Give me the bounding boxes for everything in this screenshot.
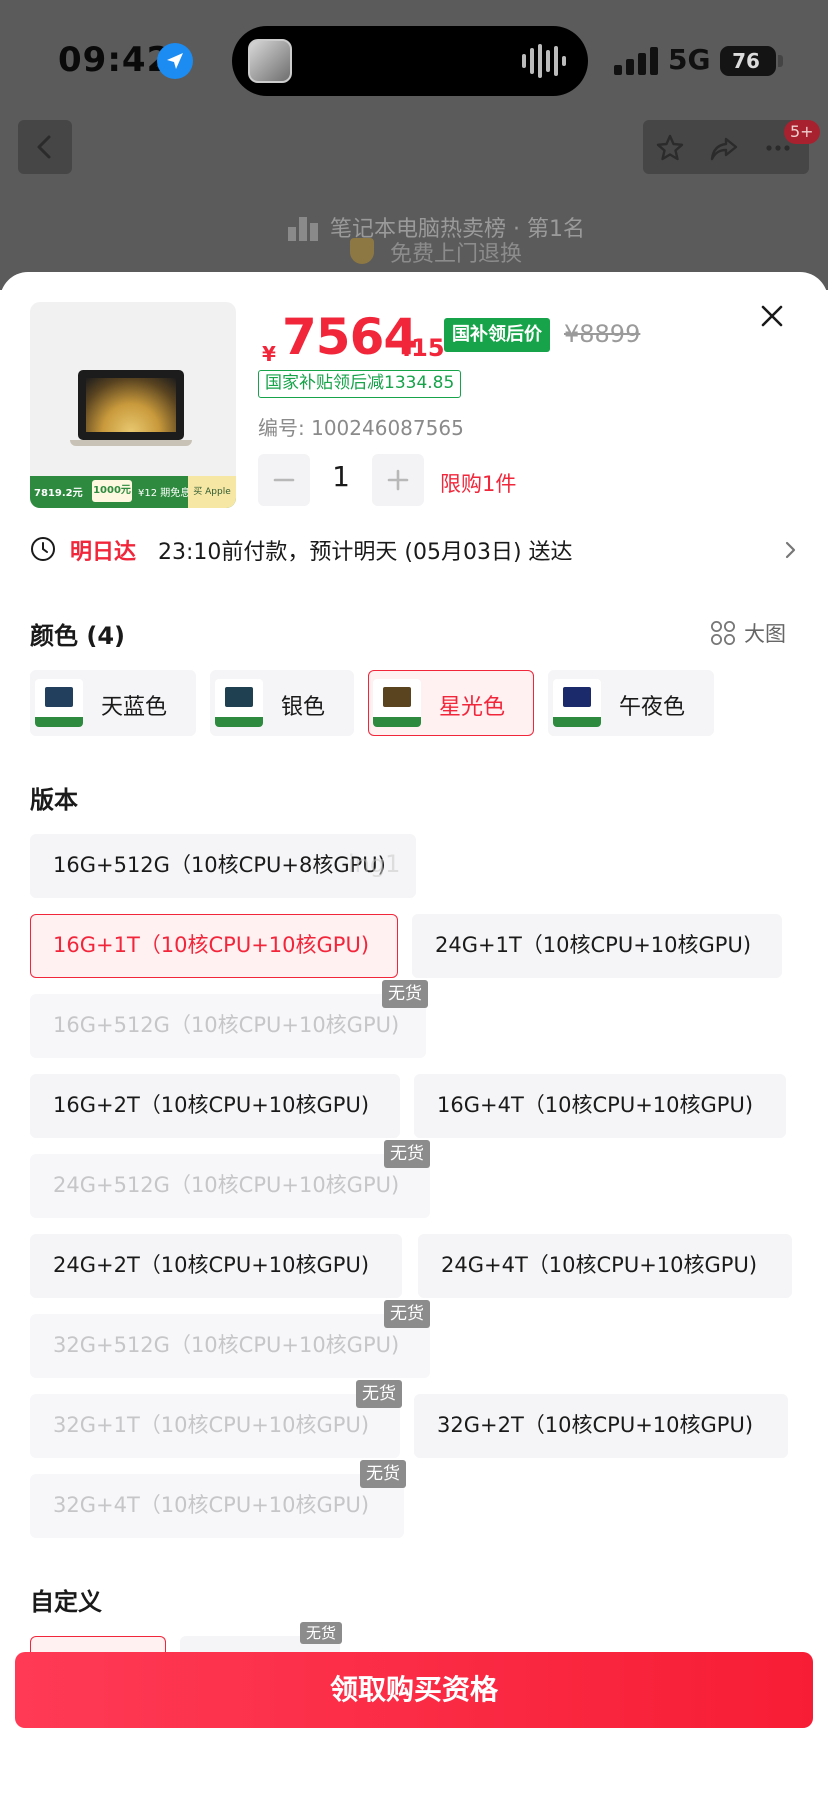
get-purchase-eligibility-button[interactable]: 领取购买资格 [15, 1652, 813, 1728]
bar-chart-icon [288, 217, 318, 241]
purchase-limit: 限购1件 [440, 472, 517, 496]
thumb-promo-coupon: 1000元 [92, 480, 132, 502]
version-section-title: 版本 [30, 786, 78, 814]
status-bar: 09:42 5G 76 [0, 0, 828, 120]
chevron-left-icon [37, 135, 51, 159]
version-option-out-of-stock[interactable]: 16G+512G（10核CPU+10核GPU) [30, 994, 426, 1058]
delivery-info-row[interactable]: 明日达 23:10前付款，预计明天 (05月03日) 送达 [30, 530, 800, 570]
message-count-badge: 5+ [784, 120, 820, 144]
custom-section-title: 自定义 [30, 1588, 102, 1616]
subsidy-price-tag: 国补领后价 [444, 318, 550, 352]
out-of-stock-badge: 无货 [360, 1460, 406, 1488]
status-time: 09:42 [58, 40, 172, 80]
out-of-stock-badge: 无货 [382, 980, 428, 1008]
color-option-label: 午夜色 [619, 695, 686, 720]
price-integer: 7564 [282, 308, 418, 366]
version-option[interactable]: 32G+2T（10核CPU+10核GPU) [414, 1394, 788, 1458]
network-type: 5G [668, 43, 711, 76]
laptop-base [70, 440, 192, 446]
color-option-silver[interactable]: 银色 [210, 670, 354, 736]
version-option-out-of-stock[interactable]: 24G+512G（10核CPU+10核GPU) [30, 1154, 430, 1218]
thumb-promo-installment: ¥12 期免息 [138, 488, 191, 499]
out-of-stock-badge: 无货 [384, 1140, 430, 1168]
delivery-estimate: 23:10前付款，预计明天 (05月03日) 送达 [158, 540, 573, 565]
thumb-promo-price: 7819.2元 [34, 488, 83, 499]
out-of-stock-badge: 无货 [384, 1300, 430, 1328]
color-thumb [553, 679, 601, 727]
delivery-tag: 明日达 [70, 540, 137, 565]
shield-check-icon [350, 238, 374, 264]
laptop-illustration [78, 370, 184, 440]
price-currency: ¥ [262, 342, 276, 366]
color-option-sky-blue[interactable]: 天蓝色 [30, 670, 196, 736]
grid-icon [711, 621, 735, 645]
subsidy-discount-note: 国家补贴领后减1334.85 [258, 370, 462, 398]
quantity-increase-button[interactable] [372, 454, 424, 506]
sku-number: 编号: 100246087565 [258, 416, 464, 440]
version-option-out-of-stock[interactable]: 32G+512G（10核CPU+10核GPU) [30, 1314, 430, 1378]
color-section-title: 颜色 (4) [30, 622, 125, 650]
close-icon[interactable] [754, 298, 790, 334]
battery-tip [778, 55, 783, 67]
quantity-value[interactable]: 1 [316, 460, 366, 493]
version-option[interactable]: 16G+2T（10核CPU+10核GPU) [30, 1074, 400, 1138]
star-icon[interactable] [655, 133, 685, 163]
watermark-text: ing1 [348, 850, 401, 878]
back-button[interactable] [18, 120, 72, 174]
version-option[interactable]: 24G+4T（10核CPU+10核GPU) [418, 1234, 792, 1298]
quantity-decrease-button[interactable] [258, 454, 310, 506]
plus-icon [387, 469, 409, 491]
spec-selection-sheet: 7819.2元 1000元 ¥12 期免息 买 Apple 产品 上京东 ¥ 7… [0, 272, 828, 1800]
clock-icon [31, 537, 55, 561]
version-option-selected[interactable]: 16G+1T（10核CPU+10核GPU) [30, 914, 398, 978]
color-option-starlight[interactable]: 星光色 [368, 670, 534, 736]
background-page: 09:42 5G 76 5+ 笔记本电脑热卖榜 · 第1名 免费上门退换 [0, 0, 828, 290]
product-image[interactable]: 7819.2元 1000元 ¥12 期免息 买 Apple 产品 上京东 [30, 302, 236, 508]
big-picture-label: 大图 [744, 622, 786, 646]
original-price: ¥8899 [564, 320, 641, 348]
version-option[interactable]: 24G+1T（10核CPU+10核GPU) [412, 914, 782, 978]
color-option-midnight[interactable]: 午夜色 [548, 670, 714, 736]
version-option[interactable]: 16G+4T（10核CPU+10核GPU) [414, 1074, 786, 1138]
version-option[interactable]: 24G+2T（10核CPU+10核GPU) [30, 1234, 402, 1298]
free-return-text: 免费上门退换 [390, 242, 523, 267]
audio-waveform-icon [522, 44, 566, 78]
color-thumb [215, 679, 263, 727]
color-option-label: 银色 [281, 695, 326, 720]
color-option-label: 天蓝色 [101, 695, 168, 720]
dynamic-island[interactable] [232, 26, 588, 96]
version-option-out-of-stock[interactable]: 32G+4T（10核CPU+10核GPU) [30, 1474, 404, 1538]
color-thumb [373, 679, 421, 727]
now-playing-artwork [248, 39, 292, 83]
battery-icon: 76 [720, 46, 776, 76]
location-arrow-icon [157, 43, 193, 79]
share-icon[interactable] [709, 133, 739, 163]
version-option-out-of-stock[interactable]: 32G+1T（10核CPU+10核GPU) [30, 1394, 400, 1458]
cellular-signal-icon [614, 47, 658, 75]
battery-percent: 76 [732, 49, 760, 73]
out-of-stock-badge: 无货 [300, 1622, 343, 1644]
price-decimal: .15 [402, 334, 445, 362]
thumb-promo-strip: 7819.2元 1000元 ¥12 期免息 买 Apple 产品 上京东 [30, 476, 236, 508]
minus-icon [273, 478, 295, 482]
color-thumb [35, 679, 83, 727]
color-option-label: 星光色 [439, 695, 506, 720]
thumb-promo-apple: 买 Apple 产品 上京东 [188, 476, 236, 508]
chevron-right-icon [785, 541, 796, 559]
out-of-stock-badge: 无货 [356, 1380, 402, 1408]
